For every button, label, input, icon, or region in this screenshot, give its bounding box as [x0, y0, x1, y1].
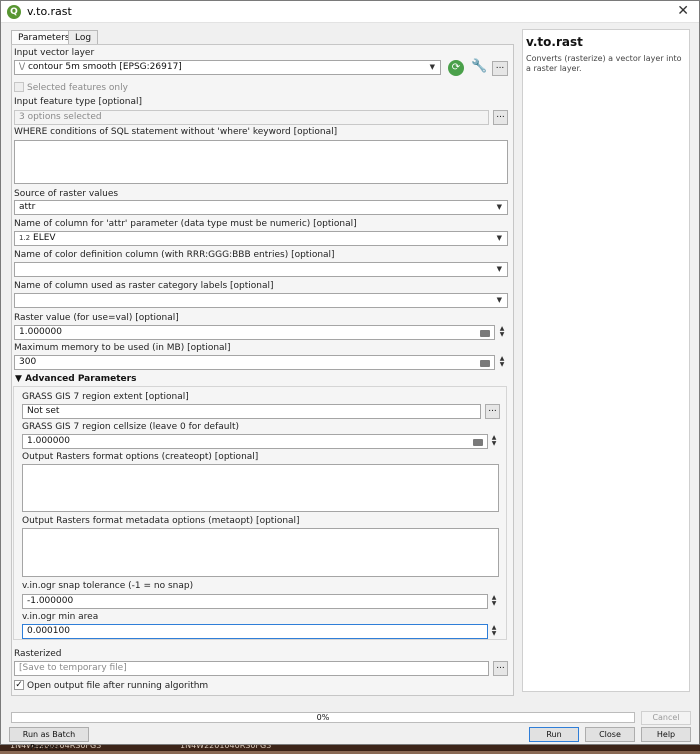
createopt-textarea[interactable]	[22, 464, 499, 512]
attr-column-value: ELEV	[33, 233, 56, 243]
line-layer-icon: \/	[19, 62, 26, 72]
min-area-spinner[interactable]: ▲ ▼	[490, 625, 498, 637]
run-button[interactable]: Run	[529, 727, 579, 742]
input-vector-label: Input vector layer	[14, 48, 95, 58]
batch-process-button[interactable]: Run as Batch Process...	[9, 727, 89, 752]
window-title: v.to.rast	[27, 5, 72, 18]
cellsize-input[interactable]: 1.000000	[22, 434, 488, 449]
help-title: v.to.rast	[526, 35, 583, 49]
metaopt-label: Output Rasters format metadata options (…	[22, 516, 300, 526]
memory-spinner[interactable]: ▲ ▼	[498, 356, 506, 368]
region-extent-input[interactable]: Not set	[22, 404, 481, 419]
raster-value-label: Raster value (for use=val) [optional]	[14, 313, 179, 323]
createopt-label: Output Rasters format options (createopt…	[22, 452, 259, 462]
feature-type-button[interactable]: ...	[493, 110, 508, 125]
chevron-down-icon: ▼	[496, 296, 502, 304]
advanced-parameters-toggle[interactable]: ▼ Advanced Parameters	[15, 374, 136, 384]
raster-value-input[interactable]: 1.000000	[14, 325, 495, 340]
progress-bar: 0%	[11, 712, 635, 723]
title-bar: Q v.to.rast ✕	[1, 1, 699, 23]
memory-label: Maximum memory to be used (in MB) [optio…	[14, 343, 231, 353]
rasterized-output-field[interactable]: [Save to temporary file]	[14, 661, 489, 676]
cellsize-spinner[interactable]: ▲ ▼	[490, 435, 498, 447]
open-after-label: Open output file after running algorithm	[27, 681, 209, 691]
raster-value-text: 1.000000	[19, 327, 62, 337]
memory-input[interactable]: 300	[14, 355, 495, 370]
cellsize-value: 1.000000	[27, 436, 70, 446]
metaopt-textarea[interactable]	[22, 528, 499, 577]
clear-icon[interactable]	[473, 439, 483, 446]
chevron-down-icon: ▼	[429, 63, 435, 71]
qgis-logo-icon: Q	[7, 5, 21, 19]
color-column-combo[interactable]: ▼	[14, 262, 508, 277]
tab-log[interactable]: Log	[68, 30, 99, 45]
input-vector-value: contour 5m smooth [EPSG:26917]	[27, 62, 182, 72]
cancel-button[interactable]: Cancel	[641, 711, 691, 725]
triangle-down-icon: ▼	[15, 374, 26, 384]
memory-value: 300	[19, 357, 37, 367]
min-area-label: v.in.ogr min area	[22, 612, 99, 622]
where-label: WHERE conditions of SQL statement withou…	[14, 127, 338, 137]
rasterized-browse-button[interactable]: ...	[493, 661, 508, 676]
raster-value-spinner[interactable]: ▲ ▼	[498, 326, 506, 338]
close-button[interactable]: Close	[585, 727, 635, 742]
input-vector-combo[interactable]: \/ contour 5m smooth [EPSG:26917] ▼	[14, 60, 441, 75]
source-combo[interactable]: attr ▼	[14, 200, 508, 215]
cellsize-label: GRASS GIS 7 region cellsize (leave 0 for…	[22, 422, 240, 432]
where-textarea[interactable]	[14, 140, 508, 184]
input-vector-browse-button[interactable]: ...	[492, 61, 508, 76]
help-description: Converts (rasterize) a vector layer into…	[526, 54, 682, 73]
chevron-down-icon: ▼	[496, 203, 502, 211]
label-column-combo[interactable]: ▼	[14, 293, 508, 308]
advanced-header-label: Advanced Parameters	[25, 374, 137, 384]
region-extent-label: GRASS GIS 7 region extent [optional]	[22, 392, 189, 402]
selected-only-checkbox[interactable]	[14, 82, 24, 92]
rasterized-label: Rasterized	[14, 649, 62, 659]
source-label: Source of raster values	[14, 189, 119, 199]
snap-label: v.in.ogr snap tolerance (-1 = no snap)	[22, 581, 194, 591]
selected-only-label: Selected features only	[27, 83, 128, 93]
attr-column-label: Name of column for 'attr' parameter (dat…	[14, 219, 357, 229]
feature-type-field[interactable]: 3 options selected	[14, 110, 489, 125]
clear-icon[interactable]	[480, 360, 490, 367]
min-area-input[interactable]: 0.000100	[22, 624, 488, 639]
snap-spinner[interactable]: ▲ ▼	[490, 595, 498, 607]
dialog-window: Q v.to.rast ✕ Parameters Log Input vecto…	[0, 0, 700, 752]
iterate-icon[interactable]: ⟳	[448, 60, 464, 76]
help-panel: v.to.rast Converts (rasterize) a vector …	[522, 29, 690, 692]
numeric-field-icon: 1.2	[19, 234, 31, 242]
source-value: attr	[19, 202, 36, 212]
help-button[interactable]: Help	[641, 727, 691, 742]
label-column-label: Name of column used as raster category l…	[14, 281, 274, 291]
attr-column-combo[interactable]: 1.2 ELEV ▼	[14, 231, 508, 246]
chevron-down-icon: ▼	[496, 265, 502, 273]
close-window-icon[interactable]: ✕	[677, 3, 689, 19]
wrench-icon[interactable]: 🔧	[471, 59, 487, 74]
region-extent-button[interactable]: ...	[485, 404, 500, 419]
open-after-checkbox[interactable]: ✓	[14, 680, 24, 690]
chevron-down-icon: ▼	[496, 234, 502, 242]
clear-icon[interactable]	[480, 330, 490, 337]
feature-type-label: Input feature type [optional]	[14, 97, 142, 107]
snap-input[interactable]: -1.000000	[22, 594, 488, 609]
color-column-label: Name of color definition column (with RR…	[14, 250, 335, 260]
